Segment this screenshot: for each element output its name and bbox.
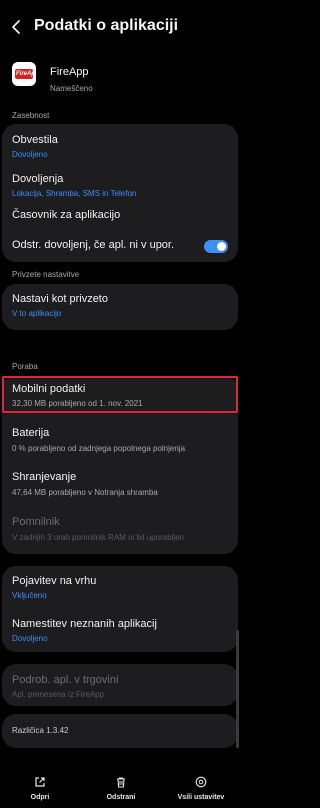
version-text: Različica 1.3.42 [12, 726, 69, 735]
permissions-title: Dovoljenja [12, 173, 64, 185]
battery-item[interactable]: Baterija 0 % porabljeno od zadnjega popo… [2, 413, 238, 457]
storage-title: Shranjevanje [12, 471, 77, 483]
set-default-title: Nastavi kot privzeto [12, 293, 108, 305]
appear-on-top-item[interactable]: Pojavitev na vrhu Vključeno [2, 566, 238, 608]
remove-permissions-item[interactable]: Odstr. dovoljenj, če apl. ni v upor. [2, 232, 238, 262]
appear-on-top-title: Pojavitev na vrhu [12, 575, 97, 587]
permissions-summary: Lokacija, Shramba, SMS in Telefon [12, 189, 137, 198]
stop-circle-icon [195, 776, 207, 788]
install-unknown-title: Namestitev neznanih aplikacij [12, 618, 157, 630]
set-default-item[interactable]: Nastavi kot privzeto V to aplikacijo [2, 284, 238, 330]
privacy-card: Obvestila Dovoljeno Dovoljenja Lokacija,… [2, 124, 238, 262]
force-stop-label: Vsili ustavitev [177, 794, 225, 801]
store-card: Podrob. apl. v trgovini Apl. prenesena i… [2, 664, 238, 706]
top-app-bar: Podatki o aplikaciji [0, 0, 243, 56]
alarms-item[interactable]: Časovnik za aplikacijo [2, 200, 238, 232]
force-stop-button[interactable]: Vsili ustavitev [171, 774, 231, 808]
app-name: FireApp [50, 66, 89, 78]
memory-item: Pomnilnik V zadnjih 3 urah pomnilnik RAM… [2, 501, 238, 554]
section-usage-label: Poraba [12, 362, 38, 371]
open-button[interactable]: Odpri [10, 774, 70, 808]
open-external-icon [35, 777, 45, 787]
store-details-summary: Apl. prenesena iz FireApp [12, 690, 105, 699]
memory-summary: V zadnjih 3 urah pomnilnik RAM ni bil up… [12, 533, 185, 542]
page-title: Podatki o aplikaciji [34, 17, 179, 34]
app-install-status: Nameščeno [50, 84, 93, 93]
section-privacy-label: Zasebnost [12, 111, 50, 120]
notifications-title: Obvestila [12, 134, 58, 146]
notifications-item[interactable]: Obvestila Dovoljeno [2, 124, 238, 162]
scrollbar[interactable] [236, 630, 239, 748]
memory-title: Pomnilnik [12, 516, 60, 528]
app-info: FireApp FireApp Nameščeno [0, 62, 243, 102]
storage-item[interactable]: Shranjevanje 47,64 MB porabljeno v Notra… [2, 457, 238, 501]
back-arrow-icon[interactable] [8, 18, 26, 36]
remove-permissions-toggle[interactable] [204, 240, 228, 253]
permissions-item[interactable]: Dovoljenja Lokacija, Shramba, SMS in Tel… [2, 162, 238, 200]
uninstall-button[interactable]: Odstrani [91, 774, 151, 808]
battery-title: Baterija [12, 427, 50, 439]
version-item: Različica 1.3.42 [2, 714, 238, 748]
version-card: Različica 1.3.42 [2, 714, 238, 748]
section-defaults-label: Privzete nastavitve [12, 270, 80, 279]
storage-summary: 47,64 MB porabljeno v Notranja shramba [12, 488, 158, 497]
app-logo-text: FireApp [16, 71, 36, 77]
set-default-summary: V to aplikacijo [12, 309, 62, 318]
defaults-card: Nastavi kot privzeto V to aplikacijo [2, 284, 238, 330]
open-label: Odpri [30, 794, 50, 801]
special-access-card: Pojavitev na vrhu Vključeno Namestitev n… [2, 566, 238, 652]
store-details-title: Podrob. apl. v trgovini [12, 674, 119, 686]
mobile-data-highlight [2, 376, 238, 413]
trash-icon [117, 777, 125, 788]
install-unknown-status: Dovoljeno [12, 634, 48, 643]
app-icon: FireApp [12, 62, 36, 86]
install-unknown-item[interactable]: Namestitev neznanih aplikacij Dovoljeno [2, 608, 238, 652]
bottom-action-bar: Odpri Odstrani Vsili ustavitev [0, 774, 243, 808]
uninstall-label: Odstrani [106, 794, 136, 801]
store-details-item: Podrob. apl. v trgovini Apl. prenesena i… [2, 664, 238, 706]
appear-on-top-status: Vključeno [12, 591, 47, 600]
notifications-status: Dovoljeno [12, 150, 48, 159]
remove-permissions-title: Odstr. dovoljenj, če apl. ni v upor. [12, 239, 175, 251]
alarms-title: Časovnik za aplikacijo [12, 209, 121, 221]
battery-summary: 0 % porabljeno od zadnjega popolnega pol… [12, 444, 186, 453]
